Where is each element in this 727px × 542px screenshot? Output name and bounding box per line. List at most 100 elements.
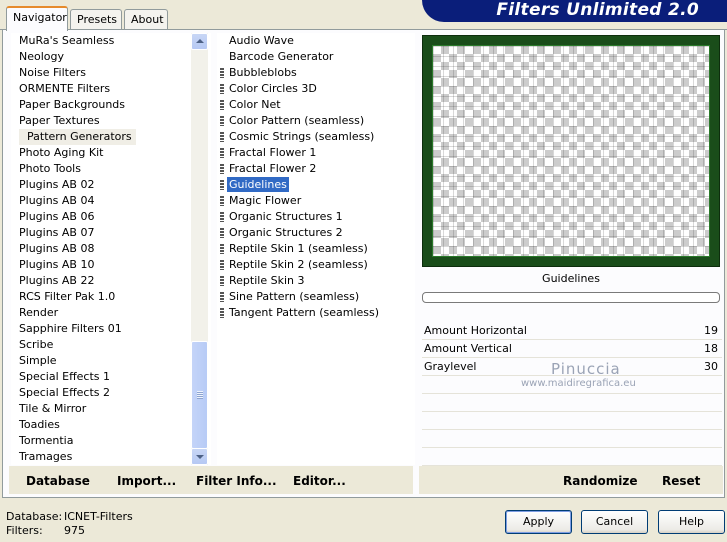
filter-label: Guidelines <box>227 177 289 192</box>
category-item[interactable]: Noise Filters <box>11 65 210 81</box>
title-banner: Filters Unlimited 2.0 <box>422 0 727 22</box>
filter-item[interactable]: Fractal Flower 2 <box>217 161 415 177</box>
filter-item[interactable]: Organic Structures 2 <box>217 225 415 241</box>
filter-marker-icon <box>220 212 224 222</box>
scroll-up-button[interactable] <box>191 33 208 50</box>
filter-item[interactable]: Tangent Pattern (seamless) <box>217 305 415 321</box>
progress-bar <box>422 292 720 303</box>
filter-label: Cosmic Strings (seamless) <box>229 130 375 143</box>
param-value[interactable]: 18 <box>704 340 718 358</box>
category-item[interactable]: Photo Aging Kit <box>11 145 210 161</box>
filter-label: Tangent Pattern (seamless) <box>229 306 380 319</box>
category-item[interactable]: Neology <box>11 49 210 65</box>
category-item[interactable]: MuRa's Seamless <box>11 33 210 49</box>
filter-label: Color Net <box>229 98 281 111</box>
category-item[interactable]: Plugins AB 10 <box>11 257 210 273</box>
category-item[interactable]: RCS Filter Pak 1.0 <box>11 289 210 305</box>
param-value[interactable]: 19 <box>704 322 718 340</box>
filter-item[interactable]: Fractal Flower 1 <box>217 145 415 161</box>
category-item[interactable]: Scribe <box>11 337 210 353</box>
category-list[interactable]: MuRa's Seamless Neology Noise Filters ORMEN… <box>11 33 211 465</box>
category-label: Toadies <box>19 418 60 431</box>
category-label: Plugins AB 04 <box>19 194 95 207</box>
filter-label: Magic Flower <box>229 194 302 207</box>
filter-item[interactable]: Audio Wave <box>217 33 415 49</box>
database-button[interactable]: Database <box>26 474 90 488</box>
category-label: Pattern Generators <box>19 129 136 145</box>
help-button[interactable]: Help <box>658 510 725 534</box>
apply-button[interactable]: Apply <box>505 510 572 534</box>
watermark-name: Pinuccia <box>551 360 621 378</box>
category-item[interactable]: Plugins AB 22 <box>11 273 210 289</box>
filter-marker-icon <box>220 148 224 158</box>
filter-marker-icon <box>220 244 224 254</box>
category-item[interactable]: ORMENTE Filters <box>11 81 210 97</box>
tab-bar: Navigator Presets About Filters Unlimite… <box>0 0 727 31</box>
filter-list[interactable]: Audio Wave Barcode Generator Bubbleblobs Co… <box>217 33 415 465</box>
category-item[interactable]: Photo Tools <box>11 161 210 177</box>
category-item[interactable]: Render <box>11 305 210 321</box>
param-row-empty <box>422 412 722 430</box>
filter-info-button[interactable]: Filter Info... <box>196 474 277 488</box>
category-item[interactable]: Pattern Generators <box>11 129 210 145</box>
left-toolbar: Database Import... Filter Info... Editor… <box>9 466 413 494</box>
tab-about[interactable]: About <box>124 9 168 30</box>
filter-item[interactable]: Bubbleblobs <box>217 65 415 81</box>
scroll-thumb[interactable] <box>191 341 208 449</box>
category-item[interactable]: Tramages <box>11 449 210 465</box>
filter-item[interactable]: Guidelines <box>217 177 415 193</box>
category-label: Plugins AB 22 <box>19 274 95 287</box>
randomize-button[interactable]: Randomize <box>563 474 637 488</box>
param-row-empty <box>422 430 722 448</box>
category-label: Tramages <box>19 450 73 463</box>
filter-item[interactable]: Organic Structures 1 <box>217 209 415 225</box>
import-button[interactable]: Import... <box>117 474 176 488</box>
category-item[interactable]: Simple <box>11 353 210 369</box>
category-item[interactable]: Plugins AB 04 <box>11 193 210 209</box>
filter-item[interactable]: Magic Flower <box>217 193 415 209</box>
category-item[interactable]: Plugins AB 06 <box>11 209 210 225</box>
app-title: Filters Unlimited 2.0 <box>496 0 699 20</box>
filter-item[interactable]: Color Circles 3D <box>217 81 415 97</box>
scroll-down-button[interactable] <box>191 448 208 465</box>
category-item[interactable]: Sapphire Filters 01 <box>11 321 210 337</box>
filter-item[interactable]: Color Pattern (seamless) <box>217 113 415 129</box>
right-toolbar: Randomize Reset <box>419 466 723 494</box>
category-label: Special Effects 1 <box>19 370 111 383</box>
filter-label: Reptile Skin 2 (seamless) <box>229 258 368 271</box>
filter-item[interactable]: Color Net <box>217 97 415 113</box>
editor-button[interactable]: Editor... <box>293 474 346 488</box>
filter-item[interactable]: Reptile Skin 3 <box>217 273 415 289</box>
category-label: Sapphire Filters 01 <box>19 322 122 335</box>
param-value[interactable]: 30 <box>704 358 718 376</box>
category-label: Plugins AB 07 <box>19 226 95 239</box>
tab-navigator[interactable]: Navigator <box>6 6 68 31</box>
category-item[interactable]: Special Effects 2 <box>11 385 210 401</box>
filter-item[interactable]: Reptile Skin 1 (seamless) <box>217 241 415 257</box>
filter-item[interactable]: Sine Pattern (seamless) <box>217 289 415 305</box>
tab-presets[interactable]: Presets <box>70 9 122 30</box>
filter-item[interactable]: Reptile Skin 2 (seamless) <box>217 257 415 273</box>
filter-label: Bubbleblobs <box>229 66 297 79</box>
category-item[interactable]: Toadies <box>11 417 210 433</box>
param-row[interactable]: Amount Vertical 18 <box>422 340 722 358</box>
category-item[interactable]: Special Effects 1 <box>11 369 210 385</box>
filter-marker-icon <box>220 116 224 126</box>
category-item[interactable]: Tile & Mirror <box>11 401 210 417</box>
cancel-button[interactable]: Cancel <box>581 510 648 534</box>
category-label: Special Effects 2 <box>19 386 111 399</box>
filter-label: Color Circles 3D <box>229 82 317 95</box>
reset-button[interactable]: Reset <box>662 474 700 488</box>
category-label: Scribe <box>19 338 54 351</box>
param-row[interactable]: Amount Horizontal 19 <box>422 322 722 340</box>
filter-marker-icon <box>220 292 224 302</box>
category-item[interactable]: Plugins AB 02 <box>11 177 210 193</box>
category-item[interactable]: Paper Textures <box>11 113 210 129</box>
filter-item[interactable]: Cosmic Strings (seamless) <box>217 129 415 145</box>
category-item[interactable]: Plugins AB 07 <box>11 225 210 241</box>
category-item[interactable]: Paper Backgrounds <box>11 97 210 113</box>
category-item[interactable]: Tormentia <box>11 433 210 449</box>
filter-item[interactable]: Barcode Generator <box>217 49 415 65</box>
category-scrollbar[interactable] <box>191 33 208 465</box>
category-item[interactable]: Plugins AB 08 <box>11 241 210 257</box>
